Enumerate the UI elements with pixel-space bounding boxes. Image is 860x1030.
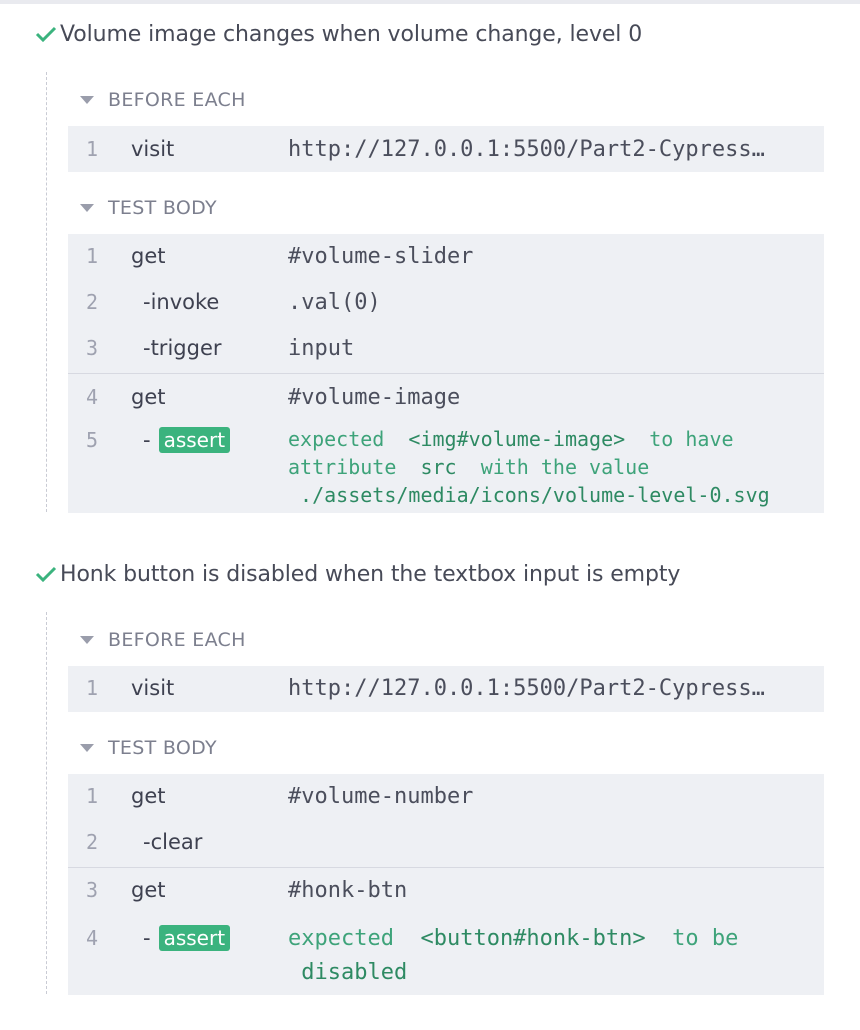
- command-number: 1: [86, 676, 99, 700]
- command-number: 2: [86, 830, 99, 854]
- assert-row[interactable]: 4 - assert expected <button#honk-btn> to …: [68, 918, 824, 990]
- hook-before-each[interactable]: BEFORE EACH: [80, 87, 246, 113]
- command-block: 3 get #honk-btn 4 - assert expected <butt…: [68, 867, 824, 995]
- check-icon: [34, 558, 60, 590]
- command-row[interactable]: 2 -clear: [68, 822, 824, 862]
- command-message: #honk-btn: [288, 877, 408, 903]
- command-number: 3: [86, 878, 99, 902]
- command-message: #volume-image: [288, 384, 461, 410]
- command-name: visit: [131, 676, 175, 700]
- command-message: http://127.0.0.1:5500/Part2-Cypress…: [288, 675, 765, 701]
- command-number: 1: [86, 137, 99, 161]
- command-row[interactable]: 1 visit http://127.0.0.1:5500/Part2-Cypr…: [68, 668, 824, 708]
- command-number: 4: [86, 385, 99, 409]
- assertion-line: disabled: [301, 960, 408, 985]
- command-row[interactable]: 3 -trigger input: [68, 328, 824, 368]
- command-number: 4: [86, 926, 99, 950]
- command-row[interactable]: 1 visit http://127.0.0.1:5500/Part2-Cypr…: [68, 129, 824, 169]
- hook-label: BEFORE EACH: [108, 89, 246, 111]
- command-row[interactable]: 1 get #volume-slider: [68, 236, 824, 276]
- assertion-message: expected <button#honk-btn> to be disable…: [288, 922, 738, 990]
- command-name: get: [131, 244, 166, 268]
- hook-label: TEST BODY: [108, 737, 217, 759]
- assert-badge: assert: [158, 925, 231, 951]
- command-name: - assert: [143, 420, 231, 460]
- assertion-line: ./assets/media/icons/volume-level-0.svg: [300, 483, 770, 507]
- hook-test-body[interactable]: TEST BODY: [80, 195, 217, 221]
- command-name: get: [131, 878, 166, 902]
- command-block: 1 get #volume-number 2 -clear: [68, 774, 824, 867]
- command-row[interactable]: 3 get #honk-btn: [68, 870, 824, 910]
- hook-label: TEST BODY: [108, 197, 217, 219]
- command-block: 1 visit http://127.0.0.1:5500/Part2-Cypr…: [68, 126, 824, 172]
- command-message: input: [288, 335, 355, 361]
- command-block: 1 visit http://127.0.0.1:5500/Part2-Cypr…: [68, 666, 824, 712]
- hook-before-each[interactable]: BEFORE EACH: [80, 627, 246, 653]
- command-message: #volume-slider: [288, 243, 474, 269]
- caret-down-icon: [80, 744, 94, 752]
- top-divider: [0, 0, 860, 4]
- assertion-message: expected <img#volume-image> to have attr…: [288, 425, 770, 509]
- hook-test-body[interactable]: TEST BODY: [80, 735, 217, 761]
- test-guide-line: [46, 612, 47, 994]
- command-name: -trigger: [143, 336, 222, 360]
- command-name: -invoke: [143, 290, 220, 314]
- command-number: 5: [86, 428, 99, 452]
- command-row[interactable]: 2 -invoke .val(0): [68, 282, 824, 322]
- test-title-row[interactable]: Volume image changes when volume change,…: [34, 18, 642, 50]
- command-row[interactable]: 4 get #volume-image: [68, 377, 824, 417]
- test-title: Volume image changes when volume change,…: [60, 21, 643, 47]
- command-number: 3: [86, 336, 99, 360]
- caret-down-icon: [80, 96, 94, 104]
- assertion-line: attribute src with the value: [288, 455, 650, 479]
- assertion-line: expected <img#volume-image> to have: [288, 427, 734, 451]
- test-title-row[interactable]: Honk button is disabled when the textbox…: [34, 558, 680, 590]
- command-message: #volume-number: [288, 783, 474, 809]
- command-dash: -: [143, 926, 151, 950]
- command-number: 1: [86, 784, 99, 808]
- command-number: 1: [86, 244, 99, 268]
- caret-down-icon: [80, 204, 94, 212]
- command-name: visit: [131, 137, 175, 161]
- command-name: get: [131, 784, 166, 808]
- command-message: http://127.0.0.1:5500/Part2-Cypress…: [288, 136, 765, 162]
- command-block: 4 get #volume-image 5 - assert expected <…: [68, 373, 824, 513]
- test-guide-line: [46, 72, 47, 512]
- command-number: 2: [86, 290, 99, 314]
- assertion-line: expected <button#honk-btn> to be: [288, 926, 739, 951]
- command-block: 1 get #volume-slider 2 -invoke .val(0) 3…: [68, 234, 824, 373]
- caret-down-icon: [80, 636, 94, 644]
- assert-row[interactable]: 5 - assert expected <img#volume-image> to…: [68, 420, 824, 510]
- assert-badge: assert: [158, 427, 231, 453]
- command-row[interactable]: 1 get #volume-number: [68, 776, 824, 816]
- check-icon: [34, 18, 60, 50]
- command-name: get: [131, 385, 166, 409]
- command-message: .val(0): [288, 289, 381, 315]
- hook-label: BEFORE EACH: [108, 629, 246, 651]
- command-name: - assert: [143, 918, 231, 958]
- test-title: Honk button is disabled when the textbox…: [60, 561, 681, 587]
- command-dash: -: [143, 428, 151, 452]
- command-name: -clear: [143, 830, 203, 854]
